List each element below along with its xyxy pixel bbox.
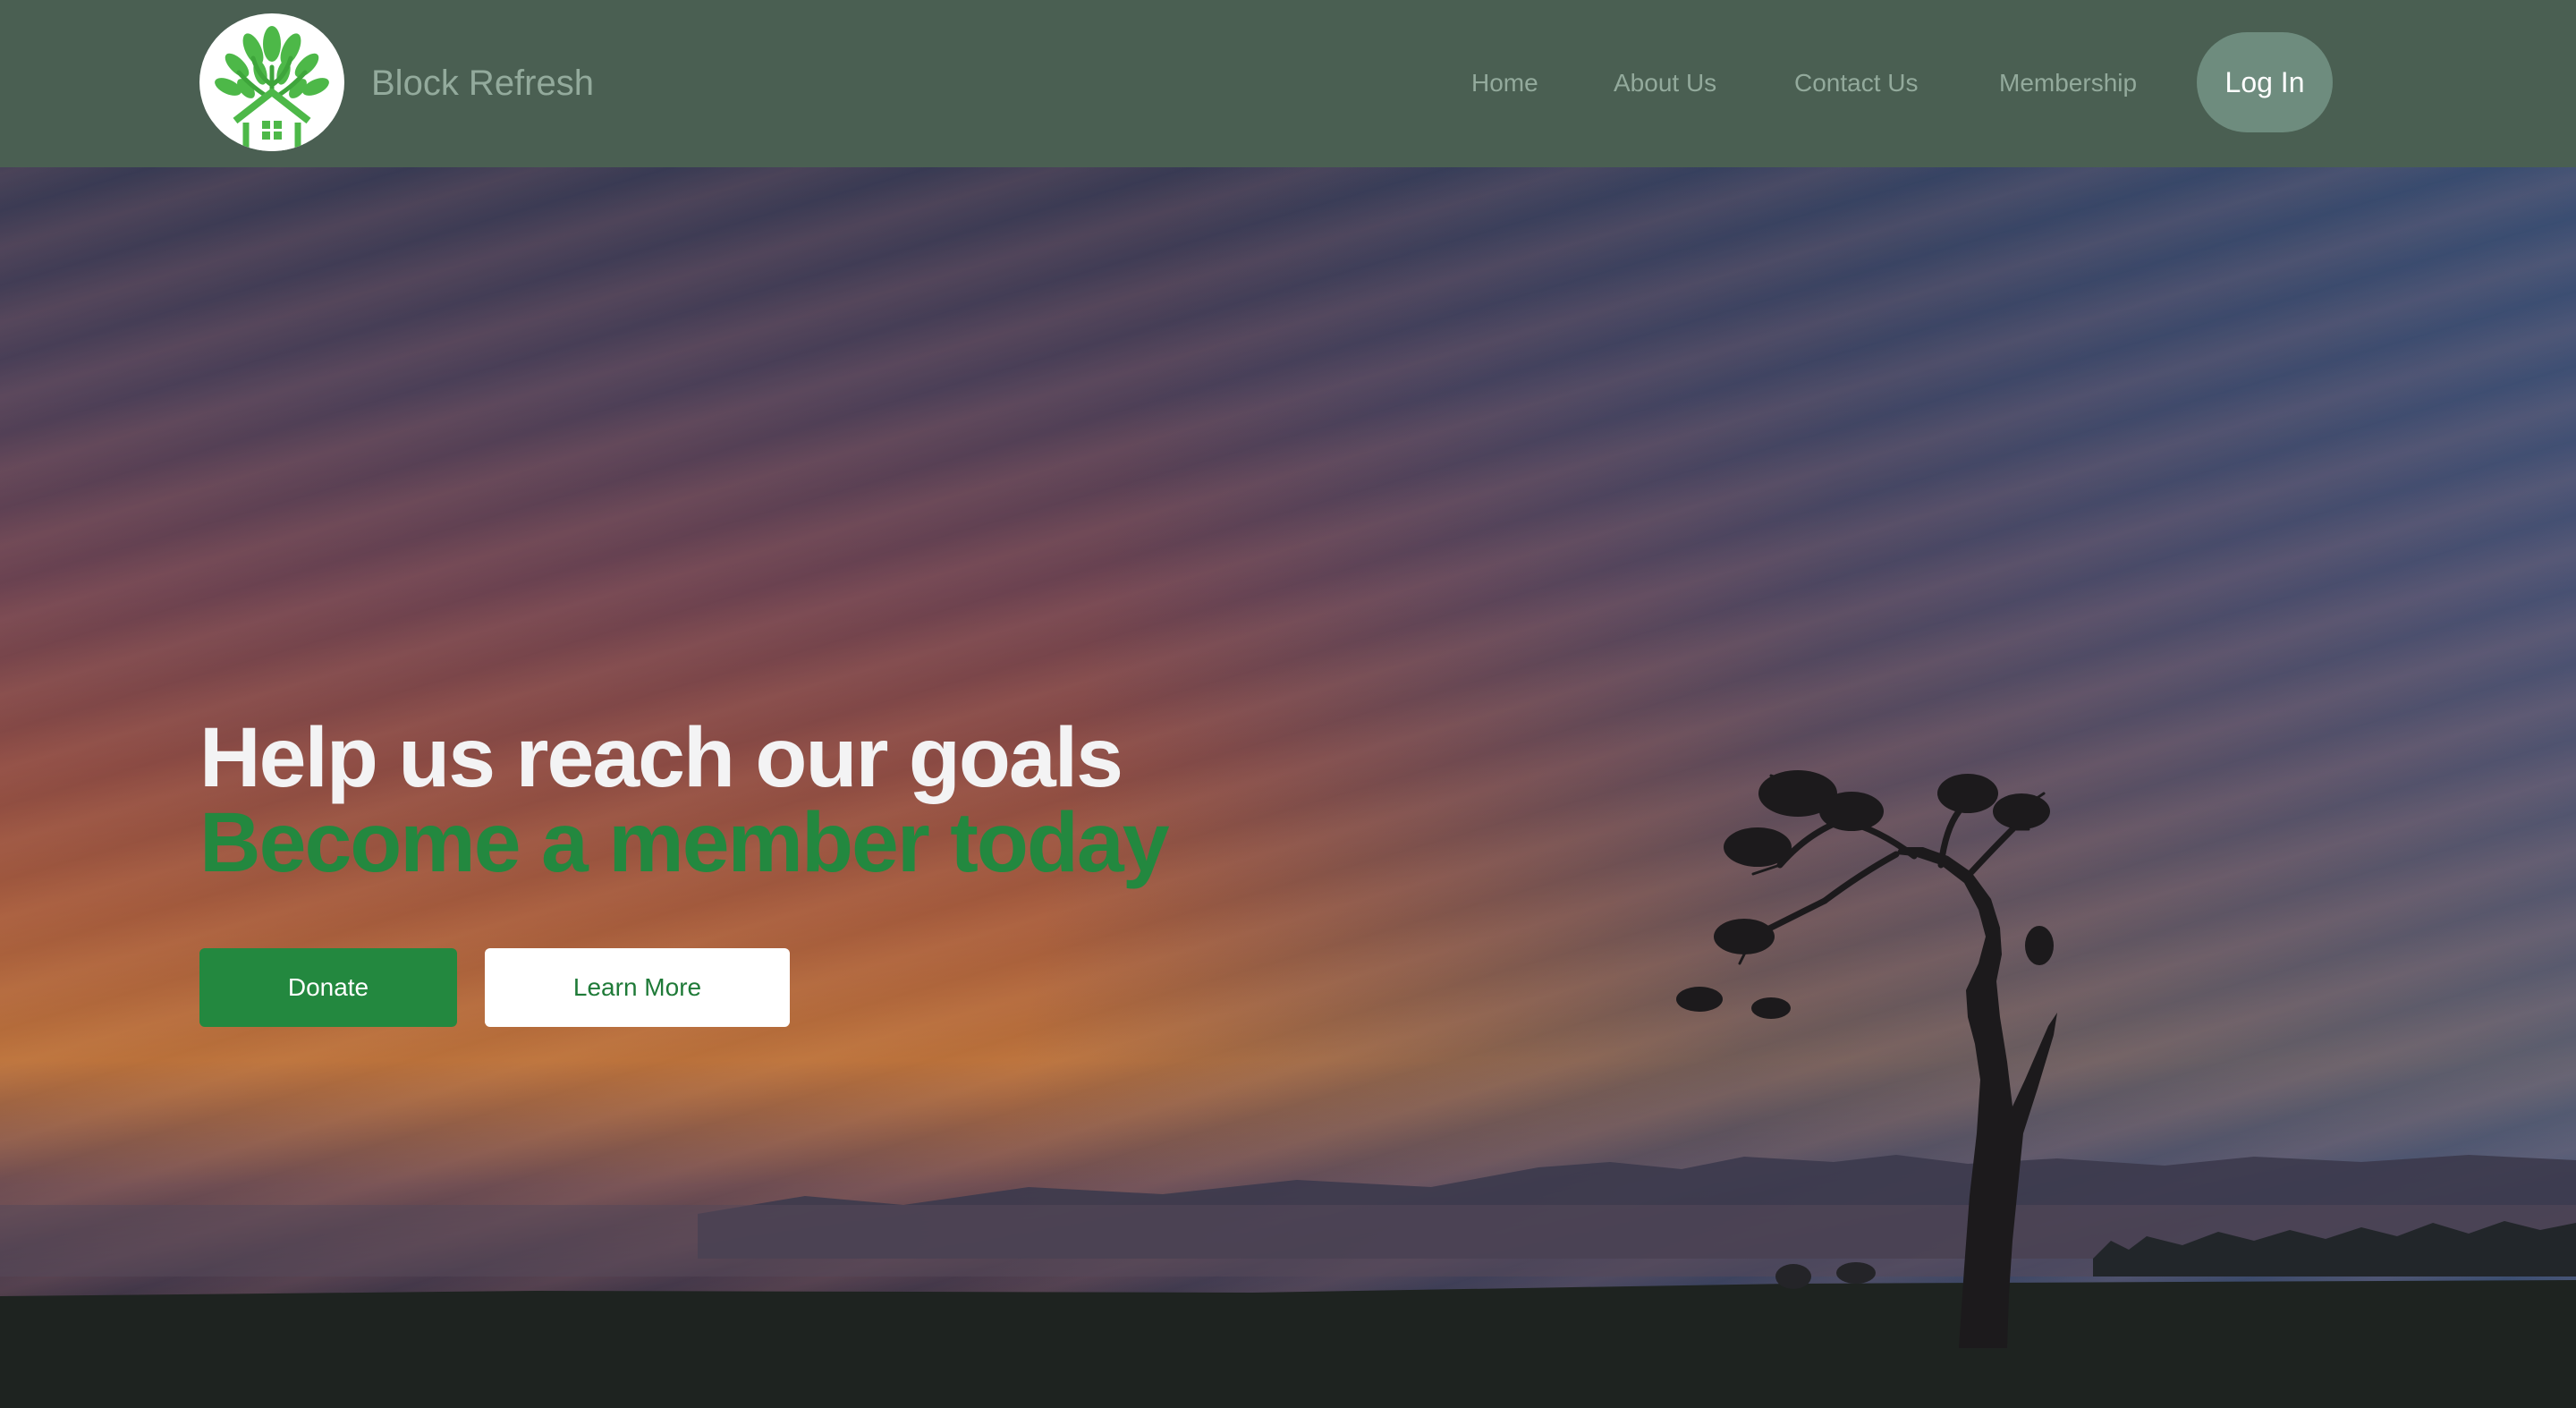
hero-section: Help us reach our goals Become a member … (0, 167, 2576, 1408)
nav-link-about-us[interactable]: About Us (1614, 64, 1716, 102)
nav-link-contact-us[interactable]: Contact Us (1794, 64, 1919, 102)
page: Block Refresh Home About Us Contact Us M… (0, 0, 2576, 1408)
login-button[interactable]: Log In (2197, 32, 2333, 132)
brand-name[interactable]: Block Refresh (371, 54, 594, 113)
donate-button[interactable]: Donate (199, 948, 457, 1027)
nav-link-home[interactable]: Home (1471, 64, 1538, 102)
nav-link-membership[interactable]: Membership (1999, 64, 2137, 102)
navbar: Block Refresh Home About Us Contact Us M… (0, 0, 2576, 167)
tree-house-logo-icon[interactable] (199, 13, 344, 151)
learn-more-button[interactable]: Learn More (485, 948, 790, 1027)
hero-headline: Help us reach our goals (199, 710, 1123, 805)
hero-subheadline: Become a member today (199, 795, 1170, 890)
